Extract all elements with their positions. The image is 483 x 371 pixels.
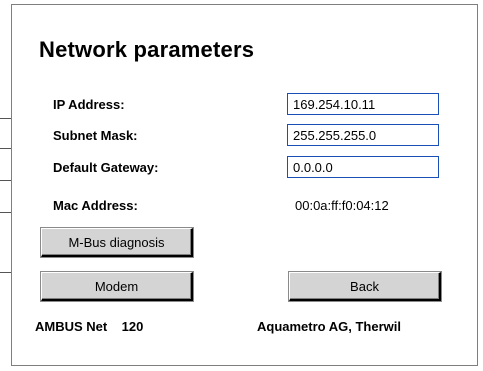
mac-address-label: Mac Address: — [53, 198, 138, 213]
network-parameters-panel: Network parameters IP Address: Subnet Ma… — [11, 4, 478, 366]
default-gateway-label: Default Gateway: — [53, 160, 159, 175]
mac-address-value: 00:0a:ff:f0:04:12 — [295, 198, 389, 213]
edge-tick — [0, 212, 11, 213]
edge-tick — [0, 180, 11, 181]
modem-button[interactable]: Modem — [41, 272, 193, 301]
page-title: Network parameters — [39, 37, 255, 62]
edge-tick — [0, 148, 11, 149]
subnet-mask-field[interactable] — [287, 124, 439, 146]
edge-tick — [0, 118, 11, 119]
subnet-mask-label: Subnet Mask: — [53, 128, 138, 143]
ip-address-label: IP Address: — [53, 97, 125, 112]
company-name: Aquametro AG, Therwil — [257, 319, 401, 334]
default-gateway-field[interactable] — [287, 156, 439, 178]
ip-address-field[interactable] — [287, 93, 439, 115]
mbus-diagnosis-button[interactable]: M-Bus diagnosis — [41, 228, 193, 257]
edge-tick — [0, 272, 11, 273]
back-button[interactable]: Back — [289, 272, 441, 301]
product-name: AMBUS Net 120 — [35, 319, 144, 334]
